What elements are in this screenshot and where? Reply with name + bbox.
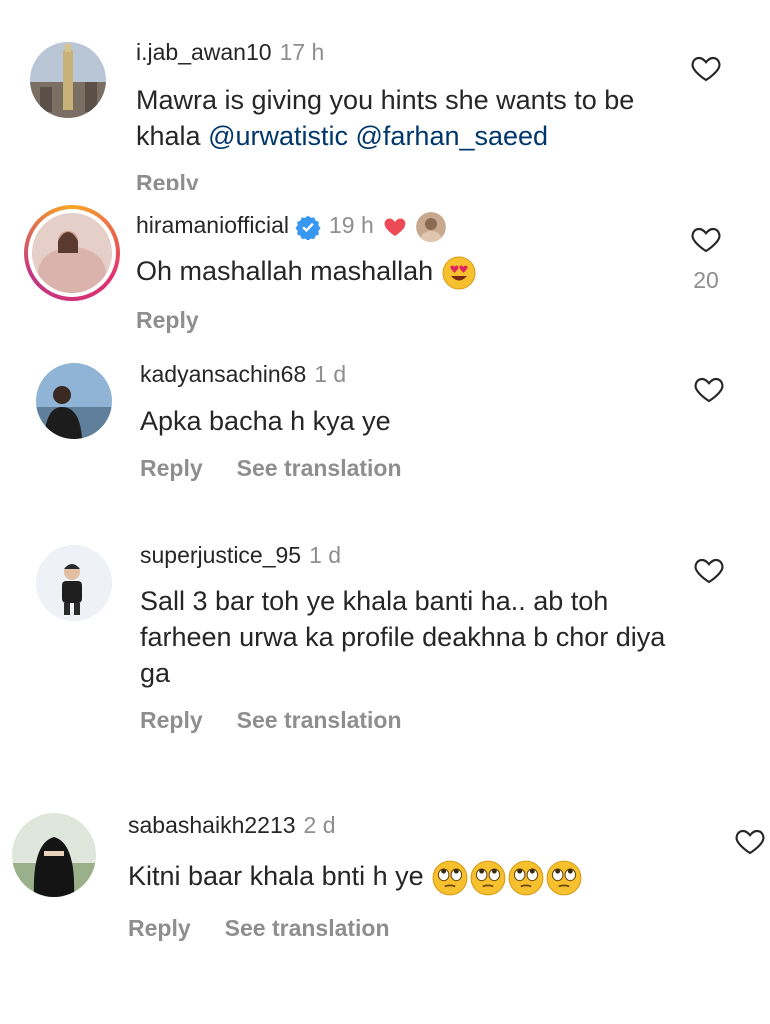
timestamp: 1 d (309, 542, 342, 568)
eye-roll-emoji (470, 860, 506, 896)
comment-4: superjustice_95 1 d Sall 3 bar toh ye kha… (0, 525, 770, 785)
mention-link[interactable]: @urwatistic (208, 121, 348, 151)
comment-text: Kitni baar khala bnti h ye (128, 858, 688, 897)
comment-text: Mawra is giving you hints she wants to b… (136, 85, 635, 151)
reply-button[interactable]: Reply (136, 170, 199, 190)
username[interactable]: sabashaikh2213 (128, 812, 296, 838)
mention-link[interactable]: @farhan_saeed (356, 121, 549, 151)
avatar[interactable] (30, 42, 106, 118)
heart-outline-icon[interactable] (689, 223, 723, 255)
comment-meta: kadyansachin68 1 d (140, 359, 346, 389)
reply-button[interactable]: Reply (140, 707, 203, 733)
timestamp: 17 h (279, 39, 325, 65)
comment-actions: Reply See translation (140, 705, 402, 735)
comment-actions: Reply (136, 168, 199, 190)
avatar (32, 213, 112, 293)
username[interactable]: hiramaniofficial (136, 212, 289, 238)
eye-roll-emoji (546, 860, 582, 896)
comment-actions: Reply See translation (128, 913, 390, 943)
username[interactable]: kadyansachin68 (140, 361, 306, 387)
see-translation-link[interactable]: See translation (237, 455, 402, 481)
comment-meta: superjustice_95 1 d (140, 540, 341, 570)
comment-meta: sabashaikh2213 2 d (128, 810, 336, 840)
red-heart-emoji (384, 218, 406, 236)
reactor-avatar (415, 211, 446, 242)
comment-text: Sall 3 bar toh ye khala banti ha.. ab to… (140, 586, 666, 688)
see-translation-link[interactable]: See translation (225, 915, 390, 941)
heart-outline-icon[interactable] (692, 373, 726, 405)
comment-meta: i.jab_awan10 17 h (136, 37, 324, 67)
comment-1: i.jab_awan10 17 h Mawra is giving you hin… (0, 0, 770, 195)
timestamp: 2 d (303, 812, 336, 838)
eye-roll-emoji (508, 860, 544, 896)
comment-text: Apka bacha h kya ye (140, 406, 391, 436)
comment-meta: hiramaniofficial 19 h (136, 210, 446, 242)
comment-5: sabashaikh2213 2 d Kitni baar khala bnti … (0, 785, 770, 985)
avatar[interactable] (36, 363, 112, 439)
heart-outline-icon[interactable] (692, 554, 726, 586)
heart-eyes-emoji (442, 256, 476, 290)
verified-badge-icon (295, 215, 321, 240)
username[interactable]: i.jab_awan10 (136, 39, 272, 65)
avatar[interactable] (12, 813, 96, 897)
comment-actions: Reply (136, 305, 199, 335)
timestamp: 19 h (328, 212, 374, 238)
comment-2: hiramaniofficial 19 h Oh mashallah mashal… (0, 195, 770, 345)
heart-outline-icon[interactable] (689, 52, 723, 84)
eye-roll-emoji (432, 860, 468, 896)
see-translation-link[interactable]: See translation (237, 707, 402, 733)
avatar[interactable] (36, 545, 112, 621)
comment-text: Oh mashallah mashallah (136, 253, 656, 291)
reply-button[interactable]: Reply (128, 915, 191, 941)
reply-button[interactable]: Reply (140, 455, 203, 481)
comment-3: kadyansachin68 1 d Apka bacha h kya ye Re… (0, 345, 770, 525)
timestamp: 1 d (314, 361, 347, 387)
username[interactable]: superjustice_95 (140, 542, 301, 568)
comment-actions: Reply See translation (140, 453, 402, 483)
like-count: 20 (693, 267, 719, 293)
avatar-story-ring[interactable] (24, 205, 120, 301)
heart-outline-icon[interactable] (733, 825, 767, 857)
reply-button[interactable]: Reply (136, 307, 199, 333)
